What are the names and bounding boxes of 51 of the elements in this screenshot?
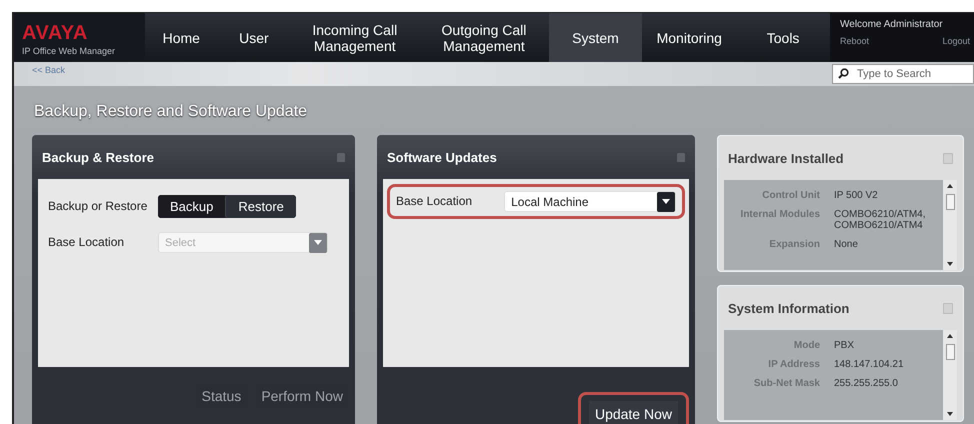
field-value: None (834, 239, 859, 250)
nav-tab[interactable]: System (548, 13, 642, 62)
field-value: 148.147.104.21 (834, 359, 905, 370)
nav-tab[interactable]: Incoming Call Management (290, 13, 420, 62)
panel-title: Hardware Installed (728, 150, 844, 166)
scrollbar[interactable] (943, 330, 957, 420)
reboot-link[interactable]: Reboot (840, 36, 870, 46)
nav-tab[interactable]: Monitoring (642, 13, 736, 62)
search-field[interactable]: Type to Search (832, 64, 974, 84)
field-label: Sub-Net Mask (752, 378, 820, 389)
scroll-down-icon[interactable] (947, 412, 953, 416)
field-label: Internal Modules (740, 209, 820, 222)
field-value: IP 500 V2 (834, 190, 879, 201)
help-icon[interactable] (943, 302, 953, 314)
nav-tab[interactable]: Outgoing Call Management (419, 13, 549, 62)
toggle-button[interactable]: Backup (158, 195, 226, 218)
scroll-thumb[interactable] (946, 194, 954, 210)
panel-title: System Information (728, 300, 850, 316)
nav-tab[interactable]: Tools (736, 13, 830, 62)
scroll-up-icon[interactable] (947, 334, 953, 338)
field-label: Control Unit (761, 190, 820, 201)
field-label: Base Location (48, 235, 126, 250)
welcome-text: Welcome Administrator (840, 19, 944, 30)
field-label: Expansion (768, 239, 820, 250)
field-value: COMBO6210/ATM4, COMBO6210/ATM4 (834, 209, 927, 231)
field-label: Base Location (396, 194, 474, 209)
scroll-up-icon[interactable] (947, 184, 953, 188)
scroll-thumb[interactable] (946, 344, 954, 360)
page-title: Backup, Restore and Software Update (33, 102, 308, 122)
logo: AVAYA (22, 23, 88, 43)
nav-tab[interactable]: User (218, 13, 290, 62)
help-icon[interactable] (943, 152, 953, 164)
help-icon[interactable] (337, 152, 345, 162)
update-button[interactable]: Update Now (588, 401, 678, 424)
scroll-down-icon[interactable] (947, 262, 953, 266)
nav-tab[interactable]: Home (145, 13, 218, 62)
location-dropdown[interactable]: Local Machine (504, 191, 676, 212)
panel-title: Software Updates (387, 150, 497, 164)
help-icon[interactable] (677, 152, 685, 162)
logout-link[interactable]: Logout (942, 36, 970, 46)
field-value: PBX (834, 340, 856, 351)
field-label: Backup or Restore (48, 199, 148, 214)
dropdown-caret-icon (314, 240, 322, 245)
scrollbar[interactable] (943, 180, 957, 270)
field-label: IP Address (767, 359, 820, 370)
field-value: 255.255.255.0 (834, 378, 899, 389)
product-name: IP Office Web Manager (22, 46, 116, 56)
field-label: Mode (792, 340, 820, 351)
dropdown-caret-icon (662, 199, 670, 204)
panel-title: Backup & Restore (42, 150, 154, 164)
toggle-button[interactable]: Restore (225, 195, 296, 218)
